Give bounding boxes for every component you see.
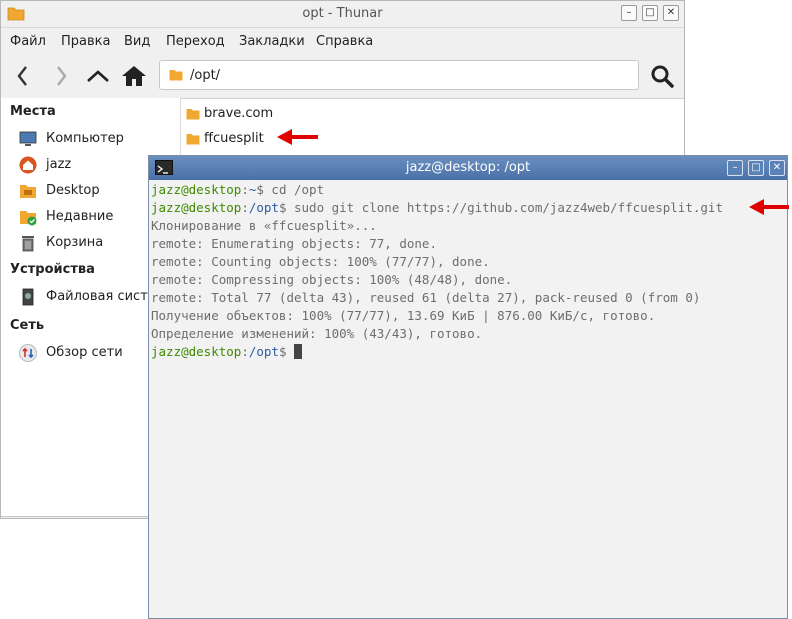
location-path: /opt/: [190, 68, 221, 83]
search-icon: [651, 65, 674, 88]
chevron-left-icon: [17, 66, 27, 86]
devices-header: Устройства: [10, 262, 95, 277]
file-item-brave[interactable]: brave.com: [186, 103, 386, 125]
forward-button[interactable]: [47, 62, 75, 90]
network-icon: [19, 344, 37, 362]
terminal-maximize-button[interactable]: □: [748, 160, 764, 176]
terminal-line: remote: Compressing objects: 100% (48/48…: [151, 272, 513, 287]
sidebar-item-label: Desktop: [46, 183, 100, 198]
window-title: opt - Thunar: [302, 6, 383, 21]
close-button[interactable]: ✕: [663, 5, 679, 21]
house-icon: [122, 66, 146, 86]
menu-file[interactable]: Файл: [10, 34, 46, 49]
terminal-line: Клонирование в «ffcuesplit»...: [151, 218, 377, 233]
places-header: Места: [10, 104, 56, 119]
desktop-folder-icon: [20, 185, 36, 198]
chevron-right-icon: [57, 66, 67, 86]
back-button[interactable]: [9, 62, 37, 90]
terminal-cursor: [294, 344, 303, 359]
sidebar-item-label: Корзина: [46, 235, 104, 250]
terminal-titlebar[interactable]: jazz@desktop: /opt – □ ✕: [149, 156, 787, 180]
terminal-line: remote: Total 77 (delta 43), reused 61 (…: [151, 290, 701, 305]
menu-help[interactable]: Справка: [316, 34, 373, 49]
thunar-titlebar[interactable]: opt - Thunar – □ ✕: [1, 1, 684, 28]
terminal-line: Получение объектов: 100% (77/77), 13.69 …: [151, 308, 656, 323]
terminal-output[interactable]: jazz@desktop:~$ cd /opt jazz@desktop:/op…: [151, 182, 785, 616]
terminal-line: remote: Counting objects: 100% (77/77), …: [151, 254, 490, 269]
terminal-line: Определение изменений: 100% (43/43), гот…: [151, 326, 483, 341]
terminal-line: jazz@desktop:/opt$ sudo git clone https:…: [151, 200, 723, 215]
menubar: Файл Правка Вид Переход Закладки Справка: [1, 28, 684, 54]
chevron-up-icon: [87, 70, 109, 82]
annotation-arrow-icon: [277, 129, 318, 145]
terminal-line: jazz@desktop:~$ cd /opt: [151, 182, 325, 197]
trash-icon: [22, 236, 34, 252]
terminal-line: remote: Enumerating objects: 77, done.: [151, 236, 437, 251]
up-button[interactable]: [84, 62, 112, 90]
home-icon: [19, 156, 37, 174]
sidebar-item-label: Недавние: [46, 209, 114, 224]
sidebar-item-label: Файловая систе: [46, 289, 156, 304]
menu-view[interactable]: Вид: [124, 34, 150, 49]
sidebar-item-label: Обзор сети: [46, 345, 123, 360]
menu-edit[interactable]: Правка: [61, 34, 110, 49]
annotation-arrow-icon: [749, 199, 789, 215]
file-name: ffcuesplit: [204, 131, 264, 146]
folder-icon: [186, 109, 200, 120]
minimize-button[interactable]: –: [621, 5, 637, 21]
terminal-minimize-button[interactable]: –: [727, 160, 743, 176]
search-button[interactable]: [648, 62, 676, 90]
location-bar[interactable]: /opt/: [159, 60, 639, 90]
folder-icon: [169, 70, 183, 81]
terminal-window: jazz@desktop: /opt – □ ✕ jazz@desktop:~$…: [148, 155, 788, 619]
computer-icon: [19, 131, 37, 146]
folder-icon: [186, 134, 200, 145]
drive-icon: [22, 288, 34, 306]
network-header: Сеть: [10, 318, 45, 333]
sidebar-item-label: Компьютер: [46, 131, 124, 146]
maximize-button[interactable]: □: [642, 5, 658, 21]
menu-go[interactable]: Переход: [166, 34, 225, 49]
terminal-prompt-line: jazz@desktop:/opt$: [151, 344, 303, 362]
recent-icon: [20, 211, 37, 226]
terminal-title: jazz@desktop: /opt: [405, 160, 531, 175]
home-button[interactable]: [120, 62, 148, 90]
menu-bookmarks[interactable]: Закладки: [239, 34, 305, 49]
toolbar: /opt/: [1, 54, 684, 99]
file-name: brave.com: [204, 106, 274, 121]
terminal-close-button[interactable]: ✕: [769, 160, 785, 176]
sidebar-item-computer[interactable]: Компьютер: [19, 128, 179, 150]
sidebar-item-label: jazz: [46, 157, 72, 172]
